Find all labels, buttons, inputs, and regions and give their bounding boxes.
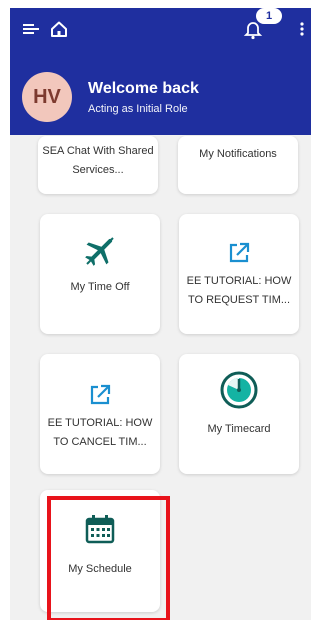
external-link-icon [90,384,111,405]
tile-label: My Notifications [199,148,277,160]
tile-label: My Timecard [207,423,271,435]
notification-badge: 1 [256,8,282,24]
tile-ee-tutorial-request[interactable]: EE TUTORIAL: HOW TO REQUEST TIM... [179,214,299,334]
tile-label: EE TUTORIAL: HOW TO CANCEL TIM... [47,417,153,448]
menu-icon[interactable] [20,18,42,40]
acting-role-text: Acting as Initial Role [88,103,188,115]
airplane-icon [85,237,114,266]
timecard-icon [220,371,258,409]
tile-label: My Time Off [70,281,130,293]
home-icon[interactable] [48,18,70,40]
tile-ee-tutorial-cancel[interactable]: EE TUTORIAL: HOW TO CANCEL TIM... [40,354,160,474]
more-options-icon[interactable] [297,18,307,40]
app-header: 1 HV Welcome back Acting as Initial Role [10,8,311,135]
tile-label: EE TUTORIAL: HOW TO REQUEST TIM... [186,275,292,306]
highlight-frame [47,496,170,620]
tile-my-timecard[interactable]: My Timecard [179,354,299,474]
avatar[interactable]: HV [22,72,72,122]
tile-sea-chat[interactable]: SEA Chat With Shared Services... [38,136,158,194]
external-link-icon [229,242,250,263]
tile-label: SEA Chat With Shared Services... [42,145,154,176]
tile-my-notifications[interactable]: My Notifications [178,136,298,194]
tile-my-time-off[interactable]: My Time Off [40,214,160,334]
welcome-text: Welcome back [88,80,199,97]
app-screen: 1 HV Welcome back Acting as Initial Role… [10,8,311,620]
